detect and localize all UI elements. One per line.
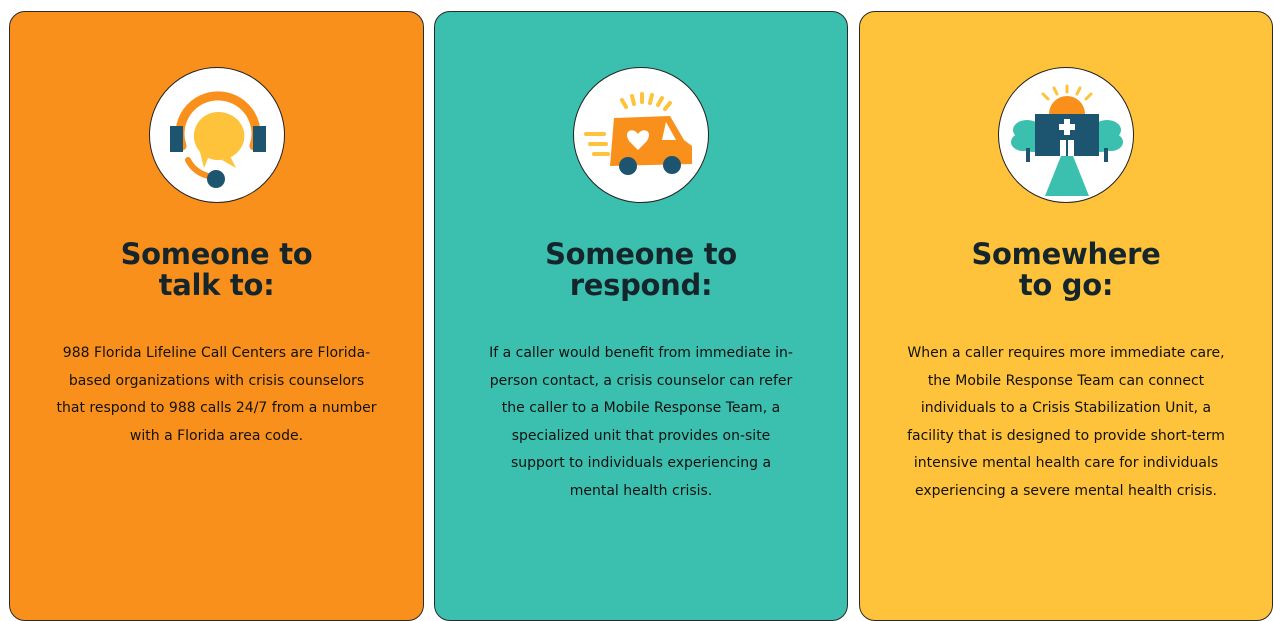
crisis-facility-icon: [998, 67, 1134, 203]
card-someone-to-respond: Someone to respond: If a caller would be…: [434, 11, 848, 621]
response-vehicle-icon: [573, 67, 709, 203]
card-title-line: respond:: [569, 268, 713, 302]
card-title-line: Someone to: [120, 237, 313, 271]
headset-chat-icon: [148, 67, 285, 203]
card-somewhere-to-go: Somewhere to go: When a caller requires …: [859, 11, 1273, 621]
card-title-line: Somewhere: [971, 237, 1161, 271]
card-title-line: to go:: [1018, 268, 1114, 302]
card-description: When a caller requires more immediate ca…: [907, 345, 1225, 499]
card-title: Someone to respond:: [435, 239, 847, 301]
card-title-line: Someone to: [545, 237, 737, 271]
card-title: Someone to talk to:: [10, 239, 423, 301]
card-description: 988 Florida Lifeline Call Centers are Fl…: [56, 345, 377, 444]
card-title: Somewhere to go:: [860, 239, 1272, 301]
card-someone-to-talk-to: Someone to talk to: 988 Florida Lifeline…: [9, 11, 424, 621]
card-title-line: talk to:: [158, 268, 275, 302]
card-description: If a caller would benefit from immediate…: [489, 345, 793, 499]
